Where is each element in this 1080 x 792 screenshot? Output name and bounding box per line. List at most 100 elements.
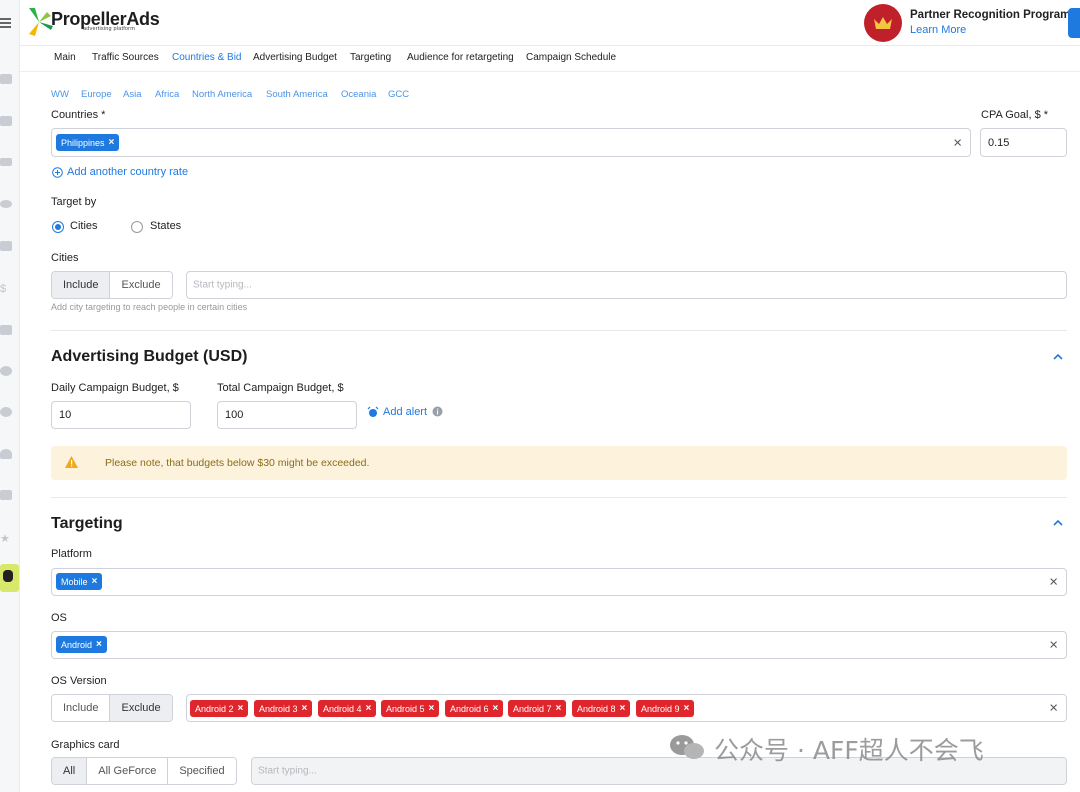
radio-cities-label[interactable]: Cities bbox=[70, 220, 98, 232]
graphics-card-mode: All All GeForce Specified bbox=[51, 757, 237, 785]
cities-exclude-button[interactable]: Exclude bbox=[110, 272, 172, 298]
region-ww[interactable]: WW bbox=[51, 89, 69, 100]
os-chip-android[interactable]: Android × bbox=[56, 636, 107, 653]
region-asia[interactable]: Asia bbox=[123, 89, 141, 100]
os-version-include-button[interactable]: Include bbox=[52, 695, 111, 721]
os-version-chip[interactable]: Android 2 × bbox=[190, 700, 249, 717]
crown-icon[interactable] bbox=[864, 4, 902, 42]
cities-search-input[interactable]: Start typing... bbox=[186, 271, 1067, 299]
dollar-icon[interactable]: $ bbox=[0, 283, 8, 295]
os-version-chip[interactable]: Android 4 × bbox=[318, 700, 377, 717]
region-north-america[interactable]: North America bbox=[192, 89, 252, 100]
radio-states-label[interactable]: States bbox=[150, 220, 181, 232]
graphics-all-geforce-button[interactable]: All GeForce bbox=[87, 758, 169, 784]
eye-icon[interactable] bbox=[0, 200, 12, 208]
cities-include-button[interactable]: Include bbox=[52, 272, 111, 298]
region-south-america[interactable]: South America bbox=[266, 89, 328, 100]
region-gcc[interactable]: GCC bbox=[388, 89, 409, 100]
os-version-label: OS Version bbox=[51, 675, 107, 687]
grid-icon[interactable] bbox=[0, 241, 12, 251]
total-budget-label: Total Campaign Budget, $ bbox=[217, 382, 344, 394]
cities-include-exclude: Include Exclude bbox=[51, 271, 173, 299]
learn-more-link[interactable]: Learn More bbox=[910, 24, 966, 36]
remove-chip-icon[interactable]: × bbox=[109, 137, 115, 148]
radio-states[interactable] bbox=[131, 221, 143, 233]
region-oceania[interactable]: Oceania bbox=[341, 89, 376, 100]
remove-chip-icon[interactable]: × bbox=[429, 703, 435, 714]
info-icon[interactable] bbox=[432, 406, 443, 417]
star-icon[interactable]: ★ bbox=[0, 532, 12, 545]
os-version-exclude-button[interactable]: Exclude bbox=[110, 695, 172, 721]
os-select[interactable]: Android × × bbox=[51, 631, 1067, 659]
tab-traffic-sources[interactable]: Traffic Sources bbox=[92, 52, 159, 63]
os-version-chip[interactable]: Android 6 × bbox=[445, 700, 504, 717]
os-label: OS bbox=[51, 612, 67, 624]
tab-targeting[interactable]: Targeting bbox=[350, 52, 391, 63]
tab-advertising-budget[interactable]: Advertising Budget bbox=[253, 52, 337, 63]
briefcase-icon[interactable] bbox=[0, 74, 12, 84]
remove-chip-icon[interactable]: × bbox=[96, 639, 102, 650]
warning-icon bbox=[65, 456, 78, 468]
cpa-goal-value: 0.15 bbox=[988, 136, 1010, 149]
menu-icon[interactable] bbox=[0, 18, 11, 30]
remove-chip-icon[interactable]: × bbox=[238, 703, 244, 714]
daily-budget-input[interactable]: 10 bbox=[51, 401, 191, 429]
add-alert-link[interactable]: Add alert bbox=[383, 406, 427, 418]
clear-countries-icon[interactable]: × bbox=[953, 135, 962, 150]
os-version-include-exclude: Include Exclude bbox=[51, 694, 173, 722]
radio-cities[interactable] bbox=[52, 221, 64, 233]
gear-icon[interactable] bbox=[0, 366, 12, 376]
graphics-card-label: Graphics card bbox=[51, 739, 120, 751]
remove-chip-icon[interactable]: × bbox=[620, 703, 626, 714]
clear-platform-icon[interactable]: × bbox=[1049, 575, 1058, 590]
add-country-rate-link[interactable]: Add another country rate bbox=[67, 166, 188, 178]
os-version-chip[interactable]: Android 9 × bbox=[636, 700, 695, 717]
inbox-icon[interactable] bbox=[0, 490, 12, 500]
daily-budget-label: Daily Campaign Budget, $ bbox=[51, 382, 179, 394]
tab-campaign-schedule[interactable]: Campaign Schedule bbox=[526, 52, 616, 63]
header-action-button[interactable] bbox=[1068, 8, 1080, 38]
remove-chip-icon[interactable]: × bbox=[302, 703, 308, 714]
remove-chip-icon[interactable]: × bbox=[92, 576, 98, 587]
tab-countries-bid[interactable]: Countries & Bid bbox=[172, 52, 241, 63]
remove-chip-icon[interactable]: × bbox=[684, 703, 690, 714]
brand-tagline: advertising platform bbox=[83, 26, 135, 32]
total-budget-value: 100 bbox=[225, 409, 244, 421]
graphics-all-button[interactable]: All bbox=[52, 758, 88, 784]
platform-label: Platform bbox=[51, 548, 92, 560]
chevron-up-icon[interactable] bbox=[1053, 518, 1063, 528]
os-version-chip[interactable]: Android 8 × bbox=[572, 700, 631, 717]
wechat-icon bbox=[670, 735, 704, 759]
platform-chip-mobile[interactable]: Mobile × bbox=[56, 573, 103, 590]
region-africa[interactable]: Africa bbox=[155, 89, 179, 100]
chevron-up-icon[interactable] bbox=[1053, 352, 1063, 362]
headset-icon[interactable] bbox=[0, 449, 12, 459]
os-version-chip[interactable]: Android 5 × bbox=[381, 700, 440, 717]
tab-audience-retargeting[interactable]: Audience for retargeting bbox=[407, 52, 514, 63]
plus-box-icon[interactable] bbox=[0, 116, 12, 126]
os-version-select[interactable]: Android 2 × Android 3 × Android 4 × Android… bbox=[186, 694, 1067, 722]
os-version-chip[interactable]: Android 7 × bbox=[508, 700, 567, 717]
region-europe[interactable]: Europe bbox=[81, 89, 112, 100]
clear-os-version-icon[interactable]: × bbox=[1049, 701, 1058, 716]
graphics-specified-button[interactable]: Specified bbox=[168, 758, 236, 784]
plus-circle-icon[interactable] bbox=[52, 167, 63, 178]
users-icon[interactable] bbox=[0, 158, 12, 166]
alarm-icon[interactable] bbox=[367, 406, 379, 418]
os-version-chip[interactable]: Android 3 × bbox=[254, 700, 313, 717]
tab-main[interactable]: Main bbox=[54, 52, 76, 63]
mascot-icon[interactable] bbox=[0, 564, 19, 592]
remove-chip-icon[interactable]: × bbox=[366, 703, 372, 714]
clear-os-icon[interactable]: × bbox=[1049, 638, 1058, 653]
cpa-goal-input[interactable]: 0.15 bbox=[980, 128, 1067, 157]
remove-chip-icon[interactable]: × bbox=[556, 703, 562, 714]
watermark-text: 公众号 · AFF超人不会飞 bbox=[714, 736, 984, 765]
platform-select[interactable]: Mobile × × bbox=[51, 568, 1067, 596]
countries-select[interactable]: Philippines × × bbox=[51, 128, 971, 157]
total-budget-input[interactable]: 100 bbox=[217, 401, 357, 429]
help-icon[interactable] bbox=[0, 407, 12, 417]
cpa-goal-label: CPA Goal, $ * bbox=[981, 109, 1049, 121]
country-chip-philippines[interactable]: Philippines × bbox=[56, 134, 120, 151]
wallet-icon[interactable] bbox=[0, 325, 12, 335]
remove-chip-icon[interactable]: × bbox=[493, 703, 499, 714]
